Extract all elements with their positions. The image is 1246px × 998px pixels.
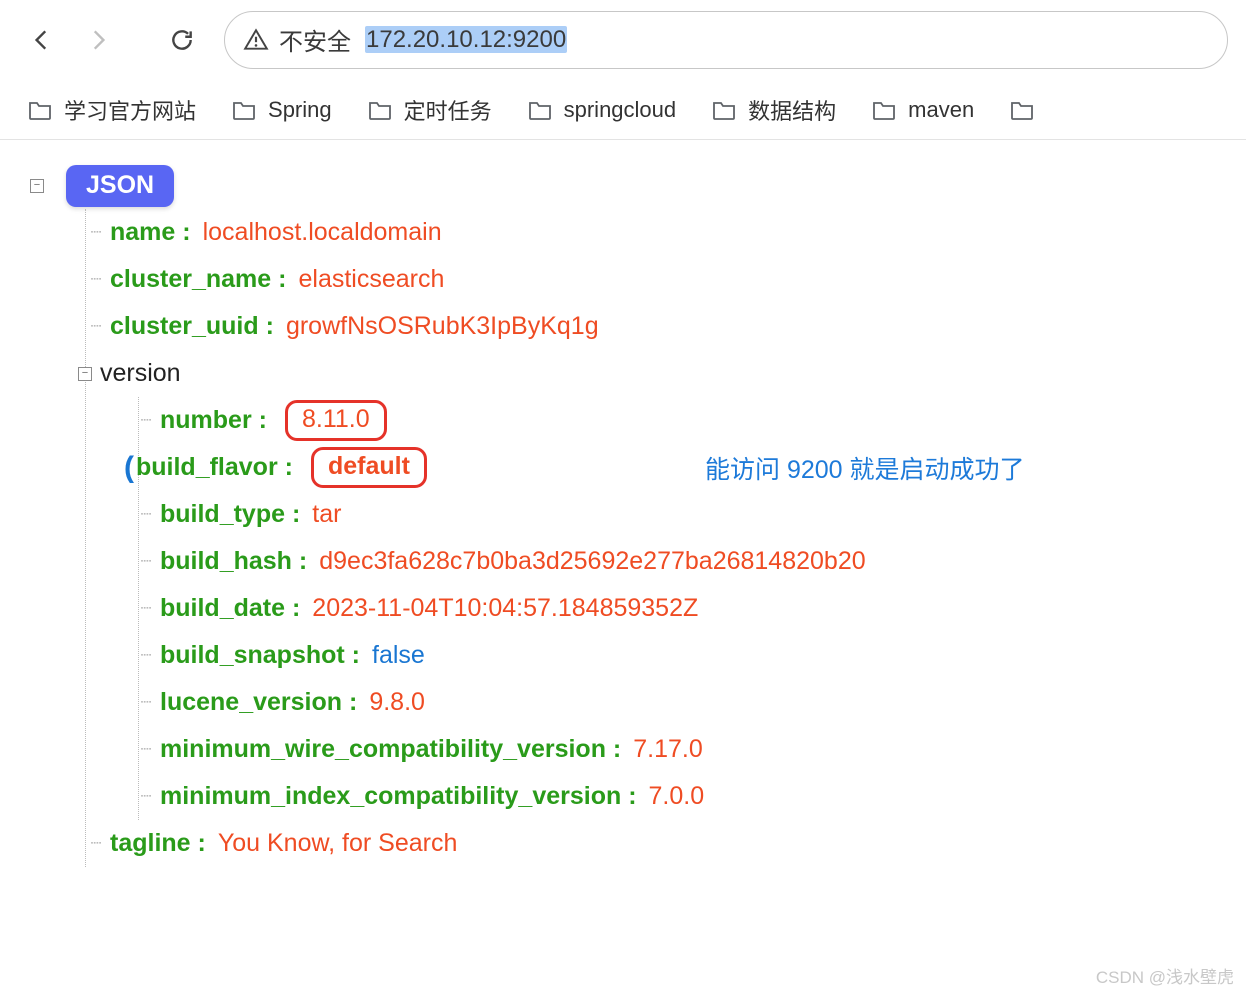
- url-text: 172.20.10.12:9200: [365, 26, 567, 54]
- json-row-name: ┈ name localhost.localdomain: [80, 209, 1246, 256]
- tree-tick-icon: ┈: [130, 786, 160, 807]
- security-label: 不安全: [279, 22, 351, 57]
- address-bar[interactable]: 不安全 172.20.10.12:9200: [224, 11, 1228, 69]
- collapse-icon[interactable]: −: [30, 179, 44, 193]
- json-key: cluster_uuid: [110, 312, 274, 341]
- json-value: 7.0.0: [649, 782, 705, 811]
- json-value: 7.17.0: [633, 735, 703, 764]
- json-row-cluster-name: ┈ cluster_name elasticsearch: [80, 256, 1246, 303]
- json-row-min-index: ┈ minimum_index_compatibility_version 7.…: [130, 773, 1246, 820]
- tree-tick-icon: ┈: [80, 269, 110, 290]
- json-row-build-snapshot: ┈ build_snapshot false: [130, 632, 1246, 679]
- bookmark-item[interactable]: [1010, 99, 1046, 121]
- json-value: tar: [312, 500, 341, 529]
- json-row-build-hash: ┈ build_hash d9ec3fa628c7b0ba3d25692e277…: [130, 538, 1246, 585]
- json-row-build-flavor: ( build_flavor default 能访问 9200 就是启动成功了: [130, 444, 1246, 491]
- brace-icon: (: [124, 451, 134, 485]
- bookmark-label: 学习官方网站: [64, 94, 196, 126]
- json-key: lucene_version: [160, 688, 357, 717]
- json-key: number: [160, 406, 267, 435]
- json-value: d9ec3fa628c7b0ba3d25692e277ba26814820b20: [319, 547, 865, 576]
- json-row-version: − version: [80, 350, 1246, 397]
- tree-tick-icon: ┈: [130, 410, 160, 431]
- bookmark-label: 数据结构: [748, 94, 836, 126]
- json-row-lucene-version: ┈ lucene_version 9.8.0: [130, 679, 1246, 726]
- json-value: localhost.localdomain: [203, 218, 442, 247]
- bookmark-item[interactable]: 数据结构: [712, 94, 836, 126]
- json-row-build-date: ┈ build_date 2023-11-04T10:04:57.1848593…: [130, 585, 1246, 632]
- folder-icon: [1010, 99, 1034, 121]
- bookmark-item[interactable]: maven: [872, 97, 974, 123]
- folder-icon: [368, 99, 392, 121]
- folder-icon: [28, 99, 52, 121]
- json-row-number: ┈ number 8.11.0: [130, 397, 1246, 444]
- back-button[interactable]: [18, 16, 66, 64]
- bookmark-item[interactable]: 定时任务: [368, 94, 492, 126]
- highlight-box: default: [311, 447, 427, 488]
- bookmark-label: Spring: [268, 97, 332, 123]
- json-value: false: [372, 641, 425, 670]
- json-value: default: [328, 452, 410, 481]
- tree-tick-icon: ┈: [130, 739, 160, 760]
- bookmark-label: 定时任务: [404, 94, 492, 126]
- json-row-cluster-uuid: ┈ cluster_uuid growfNsOSRubK3IpByKq1g: [80, 303, 1246, 350]
- tree-tick-icon: ┈: [80, 833, 110, 854]
- json-root-row: − JSON: [30, 162, 1246, 209]
- bookmark-label: springcloud: [564, 97, 677, 123]
- json-row-build-type: ┈ build_type tar: [130, 491, 1246, 538]
- json-key: build_flavor: [136, 453, 293, 482]
- tree-tick-icon: ┈: [130, 504, 160, 525]
- tree-tick-icon: ┈: [130, 551, 160, 572]
- bookmark-item[interactable]: Spring: [232, 97, 332, 123]
- json-object-key: version: [100, 359, 181, 388]
- json-key: build_snapshot: [160, 641, 360, 670]
- annotation-text: 能访问 9200 就是启动成功了: [705, 450, 1025, 486]
- json-row-tagline: ┈ tagline You Know, for Search: [80, 820, 1246, 867]
- reload-button[interactable]: [158, 16, 206, 64]
- browser-toolbar: 不安全 172.20.10.12:9200: [0, 0, 1246, 80]
- watermark-text: CSDN @浅水壁虎: [1096, 963, 1234, 988]
- json-key: build_hash: [160, 547, 307, 576]
- tree-tick-icon: ┈: [130, 598, 160, 619]
- tree-tick-icon: ┈: [80, 316, 110, 337]
- collapse-icon[interactable]: −: [78, 367, 92, 381]
- bookmark-bar: 学习官方网站 Spring 定时任务 springcloud 数据结构 mave…: [0, 80, 1246, 140]
- json-viewer: − JSON ┈ name localhost.localdomain ┈ cl…: [0, 140, 1246, 867]
- folder-icon: [528, 99, 552, 121]
- json-key: name: [110, 218, 191, 247]
- highlight-box: 8.11.0: [285, 400, 387, 441]
- json-badge: JSON: [66, 165, 174, 207]
- folder-icon: [712, 99, 736, 121]
- json-key: build_date: [160, 594, 300, 623]
- tree-tick-icon: ┈: [130, 645, 160, 666]
- json-value: 2023-11-04T10:04:57.184859352Z: [312, 594, 698, 623]
- not-secure-icon: [243, 27, 269, 53]
- json-value: growfNsOSRubK3IpByKq1g: [286, 312, 599, 341]
- json-row-min-wire: ┈ minimum_wire_compatibility_version 7.1…: [130, 726, 1246, 773]
- folder-icon: [872, 99, 896, 121]
- json-key: minimum_index_compatibility_version: [160, 782, 637, 811]
- json-key: minimum_wire_compatibility_version: [160, 735, 621, 764]
- json-value: You Know, for Search: [218, 829, 458, 858]
- json-key: tagline: [110, 829, 206, 858]
- forward-button[interactable]: [74, 16, 122, 64]
- folder-icon: [232, 99, 256, 121]
- bookmark-item[interactable]: 学习官方网站: [28, 94, 196, 126]
- bookmark-item[interactable]: springcloud: [528, 97, 677, 123]
- tree-tick-icon: ┈: [130, 692, 160, 713]
- bookmark-label: maven: [908, 97, 974, 123]
- json-key: cluster_name: [110, 265, 286, 294]
- json-value: 8.11.0: [302, 405, 370, 434]
- json-value: elasticsearch: [298, 265, 444, 294]
- json-value: 9.8.0: [369, 688, 425, 717]
- tree-tick-icon: ┈: [80, 222, 110, 243]
- json-key: build_type: [160, 500, 300, 529]
